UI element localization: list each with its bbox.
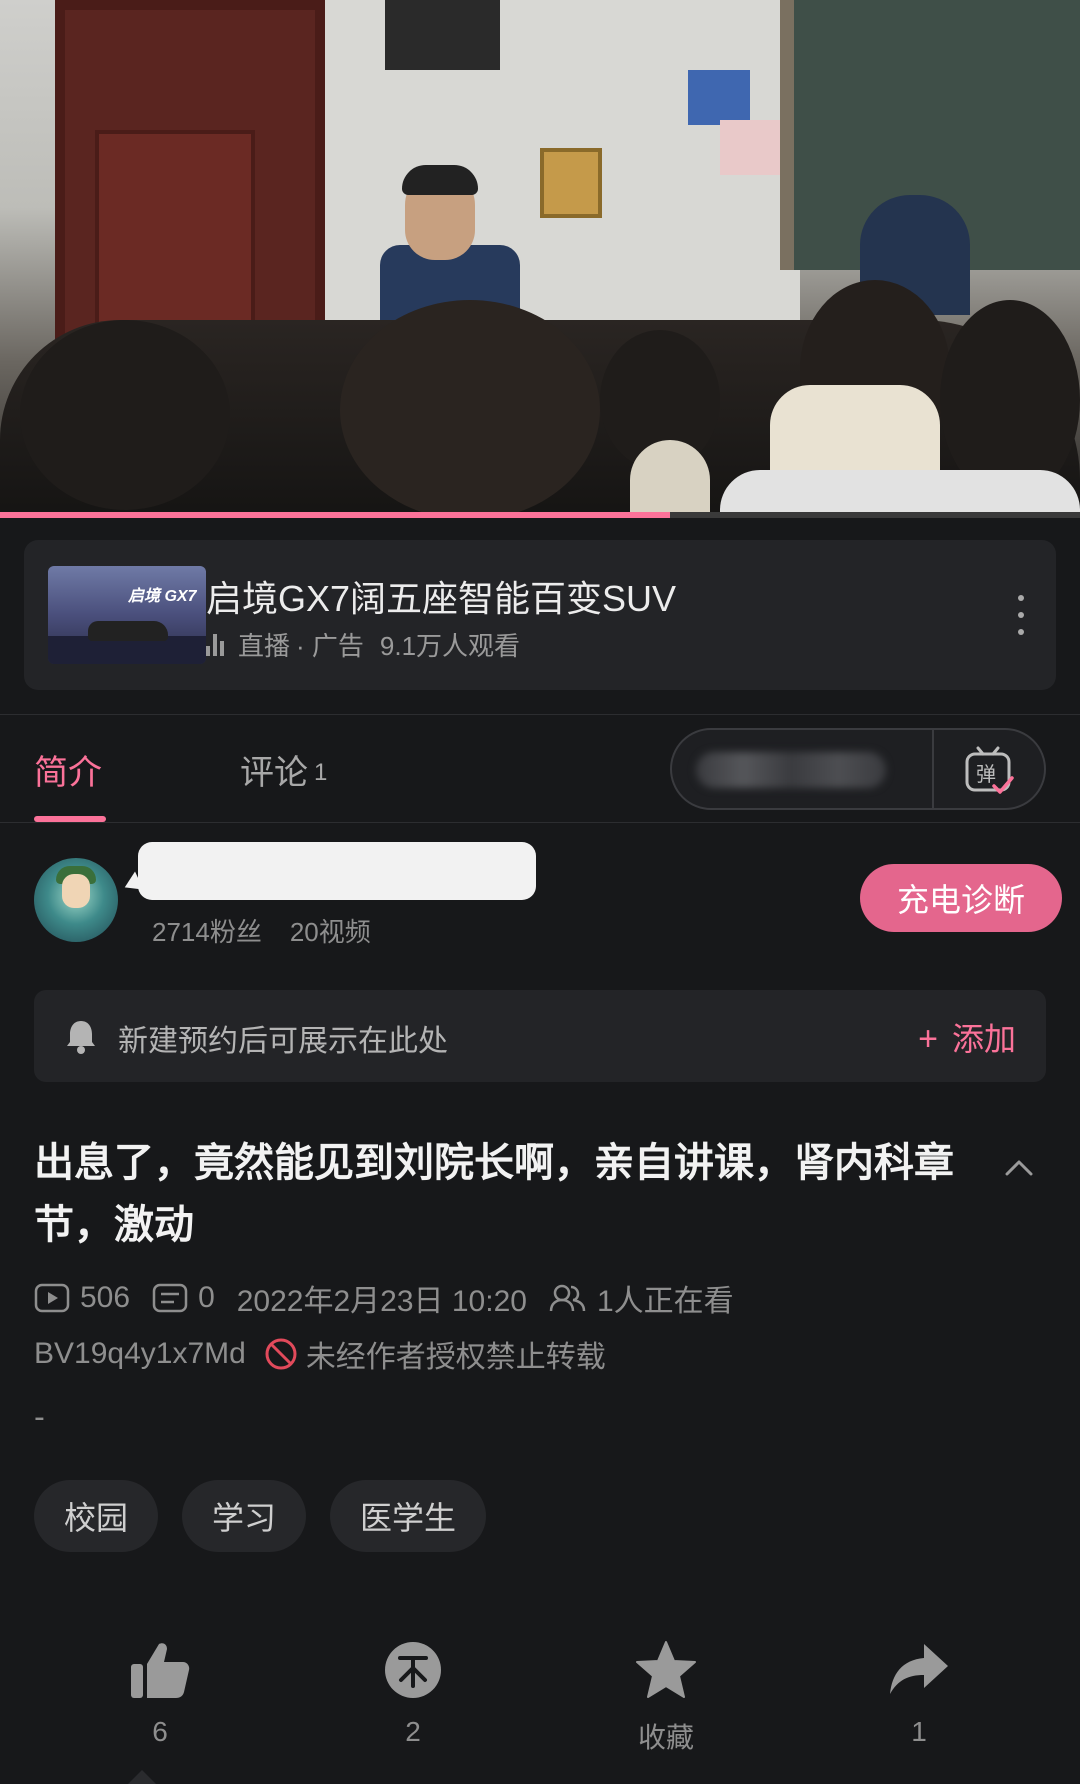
like-button[interactable]: 6	[100, 1640, 220, 1748]
share-count: 1	[911, 1716, 927, 1747]
reservation-text: 新建预约后可展示在此处	[118, 1025, 448, 1058]
danmaku-count-value: 0	[198, 1281, 215, 1314]
ad-views: 9.1万人观看	[379, 631, 521, 661]
video-frame-audience-jacket	[630, 440, 710, 518]
divider	[932, 730, 934, 808]
ad-thumbnail-text: 启境 GX7	[128, 588, 197, 605]
share-button[interactable]: 1	[859, 1640, 979, 1748]
favorite-label: 收藏	[637, 1722, 694, 1753]
forbidden-icon	[265, 1338, 297, 1370]
watching-now-value: 1人正在看	[596, 1285, 734, 1318]
no-repost-notice: 未经作者授权禁止转载	[264, 1332, 606, 1376]
chevron-up-icon[interactable]	[1004, 1152, 1034, 1182]
avatar[interactable]	[34, 858, 118, 942]
video-frame-notice	[688, 70, 750, 125]
video-title: 出息了，竟然能见到刘院长啊，亲自讲课，肾内科章节，激动	[34, 1141, 954, 1247]
tag-item[interactable]: 医学生	[330, 1480, 487, 1552]
star-icon	[636, 1641, 696, 1698]
danmaku-count: 0	[152, 1281, 215, 1315]
uploader-stats: 2714粉丝 20视频	[152, 912, 371, 949]
video-progress-bar[interactable]	[0, 512, 1080, 518]
video-stats: 506 0 2022年2月23日 10:20 1人正在看	[34, 1276, 756, 1320]
ad-meta: 直播 · 广告 9.1万人观看	[206, 626, 520, 663]
bvid-line: BV19q4y1x7Md 未经作者授权禁止转载	[34, 1332, 606, 1376]
plus-icon: +	[918, 1020, 938, 1058]
tab-comments-label: 评论	[240, 754, 308, 792]
danmaku-input-pill[interactable]: 弹	[670, 728, 1046, 810]
video-progress-fill	[0, 512, 670, 518]
live-bars-icon	[206, 633, 230, 656]
video-frame-notice	[720, 120, 782, 175]
danmaku-icon	[152, 1283, 188, 1313]
uploader-name-redacted[interactable]	[138, 842, 536, 900]
tag-item[interactable]: 学习	[182, 1480, 307, 1552]
video-frame-audience-head	[20, 320, 230, 510]
ad-label: · 广告	[296, 631, 364, 661]
ad-thumbnail-car	[88, 621, 168, 641]
ad-card[interactable]: 启境 GX7 启境GX7阔五座智能百变SUV 直播 · 广告 9.1万人观看	[24, 540, 1056, 690]
play-count: 506	[34, 1281, 130, 1315]
tab-comments[interactable]: 评论 1	[240, 745, 327, 794]
video-frame-audience-jacket	[720, 470, 1080, 518]
divider	[0, 822, 1080, 823]
coin-button[interactable]: 2	[353, 1640, 473, 1748]
more-icon[interactable]	[1016, 595, 1026, 635]
users-icon	[549, 1284, 586, 1312]
svg-text:弹: 弹	[976, 762, 996, 786]
reservation-card: 新建预约后可展示在此处 + 添加	[34, 990, 1046, 1082]
video-frame-speaker	[385, 0, 500, 70]
uploader-videos: 20视频	[289, 917, 371, 947]
publish-datetime: 2022年2月23日 10:20	[236, 1285, 527, 1318]
charge-button[interactable]: 充电诊断	[860, 864, 1062, 932]
play-count-value: 506	[80, 1281, 131, 1314]
thumbs-up-icon	[131, 1643, 190, 1698]
video-player[interactable]	[0, 0, 1080, 518]
watching-now: 1人正在看	[549, 1276, 734, 1320]
video-frame-plaque	[540, 148, 602, 218]
danmaku-toggle-icon[interactable]: 弹	[962, 744, 1016, 798]
favorite-button[interactable]: 收藏	[606, 1640, 726, 1756]
ad-thumbnail: 启境 GX7	[48, 566, 206, 664]
video-frame-audience-head	[340, 300, 600, 518]
tab-comments-count: 1	[314, 759, 328, 786]
like-count: 6	[152, 1716, 168, 1747]
divider	[0, 714, 1080, 715]
add-reservation-button[interactable]: + 添加	[918, 1014, 1016, 1060]
ad-title: 启境GX7阔五座智能百变SUV	[206, 578, 677, 619]
tab-intro[interactable]: 简介	[34, 745, 102, 794]
ad-live-label: 直播	[238, 631, 291, 661]
bvid[interactable]: BV19q4y1x7Md	[34, 1337, 246, 1371]
tooltip-caret	[128, 1770, 156, 1784]
tag-item[interactable]: 校园	[34, 1480, 159, 1552]
add-reservation-label: 添加	[951, 1021, 1016, 1057]
play-icon	[34, 1283, 70, 1313]
coin-count: 2	[405, 1716, 421, 1747]
avatar-face	[62, 874, 90, 908]
video-description: -	[34, 1400, 45, 1435]
video-frame-door-panel	[95, 130, 255, 330]
video-frame-lecturer-hair	[402, 165, 478, 195]
uploader-fans: 2714粉丝	[152, 917, 262, 947]
coin-icon	[385, 1642, 441, 1698]
share-arrow-icon	[890, 1644, 948, 1694]
tag-list: 校园 学习 医学生	[34, 1480, 487, 1552]
no-repost-text: 未经作者授权禁止转载	[305, 1341, 606, 1374]
bell-icon	[67, 1021, 95, 1054]
danmaku-input-placeholder[interactable]	[696, 752, 886, 788]
